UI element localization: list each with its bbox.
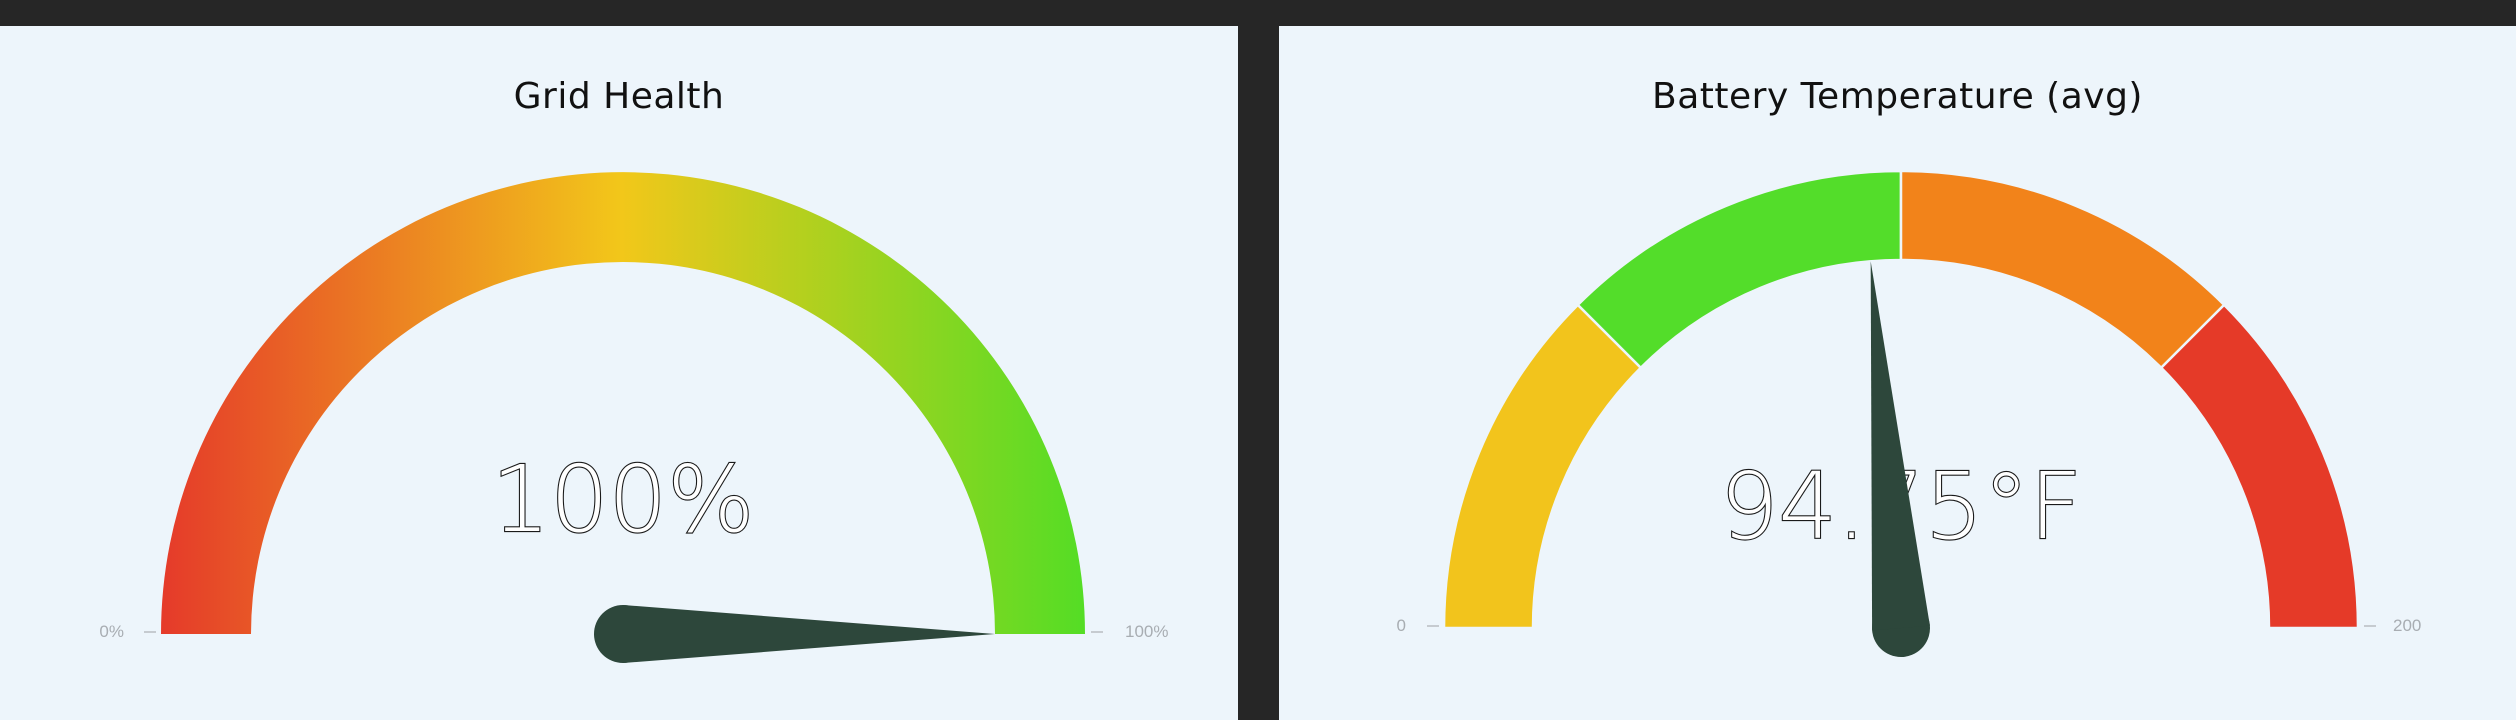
battery-temperature-max-label: 200: [2393, 616, 2421, 635]
grid-health-needle-pointer: [623, 605, 995, 663]
battery-temperature-gauge: 94.75°F 0 200: [1397, 169, 2421, 657]
top-bar: [0, 0, 2516, 26]
battery-temperature-band-3: [1899, 169, 2226, 370]
battery-temperature-band-1: [1442, 303, 1643, 630]
battery-temperature-needle-pointer: [1870, 261, 1930, 631]
grid-health-max-label: 100%: [1125, 622, 1168, 641]
battery-temperature-band-2: [1576, 169, 1903, 370]
grid-health-value: 100%: [491, 446, 754, 553]
battery-temperature-min-label: 0: [1397, 616, 1406, 635]
grid-health-min-label: 0%: [99, 622, 124, 641]
grid-health-needle: [594, 605, 995, 663]
grid-health-arc: [161, 172, 1085, 634]
battery-temperature-band-4: [2159, 303, 2360, 630]
grid-health-panel: Grid Health 100% 0% 100%: [0, 26, 1238, 720]
grid-health-gauge: 100% 0% 100%: [99, 172, 1168, 663]
battery-temperature-panel: Battery Temperature (avg) 94.75°F 0 200: [1279, 26, 2516, 720]
panel-gutter: [1238, 26, 1279, 720]
